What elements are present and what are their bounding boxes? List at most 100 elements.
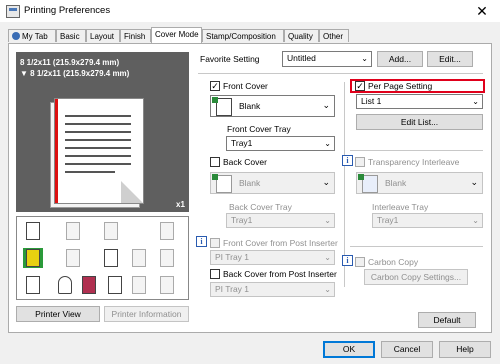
preview-output-size-text: 8 1/2x11 (215.9x279.4 mm)	[30, 69, 130, 78]
cover-mode-icon	[23, 221, 43, 241]
chevron-down-icon: ⌄	[324, 139, 331, 148]
text-line	[65, 131, 131, 133]
carbon-copy-checkbox[interactable]	[355, 257, 365, 267]
front-cover-tray-dropdown[interactable]: Tray1 ⌄	[226, 136, 335, 151]
text-line	[65, 147, 131, 149]
front-cover-type-value: Blank	[239, 101, 261, 111]
back-cover-tray-label: Back Cover Tray	[229, 202, 292, 212]
chevron-down-icon: ⌄	[472, 216, 479, 225]
cover-edge	[55, 99, 58, 203]
tab-label: My Tab	[22, 32, 48, 41]
back-cover-tray-value: Tray1	[231, 215, 253, 225]
tab-basic[interactable]: Basic	[56, 29, 86, 42]
duplex-icon	[63, 248, 83, 268]
front-cover-type-dropdown[interactable]: Blank ⌄	[210, 95, 335, 117]
chevron-down-icon: ⌄	[322, 100, 330, 110]
staple-icon	[101, 221, 121, 241]
stamp-icon	[157, 221, 177, 241]
tab-my-tab[interactable]: My Tab	[8, 29, 56, 42]
front-cover-post-inserter-value: PI Tray 1	[215, 252, 250, 262]
printer-view-button[interactable]: Printer View	[16, 306, 100, 322]
divider	[198, 73, 483, 74]
cover-page-icon	[212, 97, 232, 116]
printer-app-icon	[6, 5, 20, 18]
divider	[350, 246, 483, 247]
front-cover-post-inserter-dropdown[interactable]: PI Tray 1 ⌄	[210, 250, 335, 265]
ok-button[interactable]: OK	[323, 341, 375, 358]
interleave-tray-label: Interleave Tray	[372, 202, 429, 212]
edit-button[interactable]: Edit...	[427, 51, 473, 67]
per-page-list-value: List 1	[361, 96, 382, 106]
printer-information-button[interactable]: Printer Information	[104, 306, 189, 322]
fold-icon	[129, 248, 149, 268]
chevron-down-icon: ⌄	[324, 216, 331, 225]
info-icon: i	[196, 236, 207, 247]
back-cover-tray-dropdown[interactable]: Tray1 ⌄	[226, 213, 335, 228]
carbon-copy-label: Carbon Copy	[368, 257, 419, 267]
chevron-down-icon: ⌄	[361, 54, 368, 63]
text-line	[65, 155, 131, 157]
tab-stamp-composition[interactable]: Stamp/Composition	[202, 29, 284, 42]
interleave-tray-value: Tray1	[377, 215, 399, 225]
print-preview: 8 1/2x11 (215.9x279.4 mm) ▼ 8 1/2x11 (21…	[16, 52, 189, 212]
info-icon: i	[342, 155, 353, 166]
back-cover-post-inserter-checkbox[interactable]	[210, 269, 220, 279]
tab-cover-mode[interactable]: Cover Mode	[151, 27, 202, 43]
person-icon	[12, 32, 20, 40]
edit-list-button[interactable]: Edit List...	[356, 114, 483, 130]
favorite-setting-dropdown[interactable]: Untitled ⌄	[282, 51, 372, 67]
chevron-down-icon: ⌄	[472, 97, 479, 106]
transparency-type-value: Blank	[385, 178, 407, 188]
tab-layout[interactable]: Layout	[86, 29, 120, 42]
text-line	[65, 139, 131, 141]
interleave-tray-dropdown[interactable]: Tray1 ⌄	[372, 213, 483, 228]
chevron-down-icon: ⌄	[322, 177, 330, 187]
per-page-setting-checkbox[interactable]: ✓	[355, 81, 365, 91]
box-icon	[157, 275, 177, 295]
back-cover-post-inserter-label: Back Cover from Post Inserter	[223, 269, 337, 279]
back-cover-post-inserter-value: PI Tray 1	[215, 284, 250, 294]
transparency-interleave-checkbox[interactable]	[355, 157, 365, 167]
tab-other[interactable]: Other	[319, 29, 349, 42]
favorite-setting-label: Favorite Setting	[200, 54, 260, 64]
page-curl	[121, 181, 143, 203]
title-bar: Printing Preferences ✕	[0, 0, 500, 22]
back-cover-type-value: Blank	[239, 178, 261, 188]
front-cover-post-inserter-checkbox[interactable]	[210, 238, 220, 248]
back-cover-type-dropdown[interactable]: Blank ⌄	[210, 172, 335, 194]
chevron-down-icon: ⌄	[324, 253, 331, 262]
back-cover-label: Back Cover	[223, 157, 267, 167]
per-page-list-dropdown[interactable]: List 1 ⌄	[356, 94, 483, 109]
chevron-down-icon: ⌄	[470, 177, 478, 187]
account-icon	[105, 275, 125, 295]
transparency-type-dropdown[interactable]: Blank ⌄	[356, 172, 483, 194]
window-title: Printing Preferences	[24, 5, 111, 16]
add-button[interactable]: Add...	[377, 51, 423, 67]
front-cover-tray-value: Tray1	[231, 138, 253, 148]
color-icon	[23, 248, 43, 268]
text-line	[65, 123, 131, 125]
back-cover-post-inserter-dropdown[interactable]: PI Tray 1 ⌄	[210, 282, 335, 297]
front-cover-post-inserter-label: Front Cover from Post Inserter	[223, 238, 338, 248]
tab-finish[interactable]: Finish	[120, 29, 151, 42]
font-icon	[101, 248, 121, 268]
back-cover-checkbox[interactable]	[210, 157, 220, 167]
close-icon[interactable]: ✕	[470, 2, 494, 20]
punch-icon	[157, 248, 177, 268]
function-icon-grid	[16, 216, 189, 300]
chevron-down-icon: ⌄	[324, 285, 331, 294]
text-line	[65, 171, 115, 173]
default-button[interactable]: Default	[418, 312, 476, 328]
help-button[interactable]: Help	[439, 341, 491, 358]
transparency-interleave-label: Transparency Interleave	[368, 157, 460, 167]
front-cover-checkbox[interactable]: ✓	[210, 81, 220, 91]
favorite-setting-value: Untitled	[287, 53, 316, 63]
preview-paper-size: 8 1/2x11 (215.9x279.4 mm)	[20, 58, 120, 67]
layout-icon	[63, 221, 83, 241]
booklet-icon	[23, 275, 43, 295]
tab-quality[interactable]: Quality	[284, 29, 319, 42]
cancel-button[interactable]: Cancel	[381, 341, 433, 358]
copies-count: x1	[176, 200, 185, 209]
carbon-copy-settings-button[interactable]: Carbon Copy Settings...	[364, 269, 468, 285]
preview-page	[54, 98, 144, 204]
